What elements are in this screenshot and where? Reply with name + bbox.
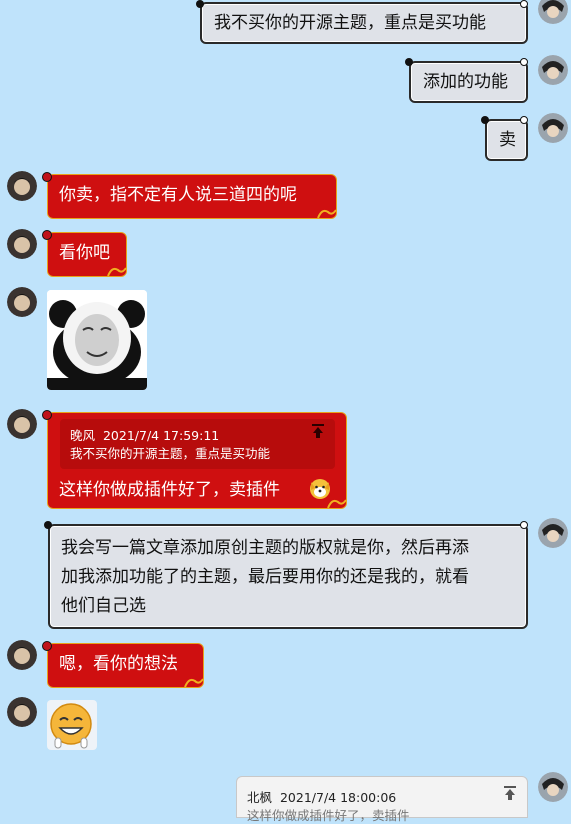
avatar-contact[interactable]: [7, 640, 37, 670]
message-text: 添加的功能: [423, 72, 508, 92]
avatar-self[interactable]: [538, 772, 568, 802]
avatar-contact[interactable]: [7, 171, 37, 201]
message-bubble-received[interactable]: 你卖，指不定有人说三道四的呢: [47, 174, 337, 219]
message-bubble-sent[interactable]: 我会写一篇文章添加原创主题的版权就是你，然后再添 加我添加功能了的主题，最后要用…: [48, 524, 528, 629]
avatar-self[interactable]: [538, 0, 568, 24]
bubble-decoration: [405, 58, 413, 66]
avatar-self[interactable]: [538, 55, 568, 85]
bubble-decoration: [42, 172, 52, 182]
message-bubble-sent[interactable]: 卖: [485, 119, 528, 161]
message-text: 看你吧: [59, 243, 110, 263]
reply-arrow-icon[interactable]: [503, 785, 517, 801]
panda-meme-sticker[interactable]: [47, 290, 147, 390]
message-bubble-sent[interactable]: 添加的功能: [409, 61, 528, 103]
quoted-message[interactable]: 北枫 2021/7/4 18:00:06 这样你做成插件好了，卖插件: [236, 776, 528, 823]
quoted-message[interactable]: 晚风 2021/7/4 17:59:11 我不买你的开源主题，重点是买功能: [60, 419, 335, 469]
message-line: 我会写一篇文章添加原创主题的版权就是你，然后再添: [61, 538, 469, 558]
avatar-self[interactable]: [538, 113, 568, 143]
smiley-face-sticker[interactable]: [47, 700, 97, 750]
bubble-decoration: [520, 521, 528, 529]
avatar-contact[interactable]: [7, 697, 37, 727]
message-line: 加我添加功能了的主题，最后要用你的还是我的，就看: [61, 567, 469, 587]
bubble-decoration: [520, 58, 528, 66]
avatar-self[interactable]: [538, 518, 568, 548]
swirl-decoration: [184, 678, 204, 688]
message-text: 我不买你的开源主题，重点是买功能: [214, 13, 486, 33]
message-text: 你卖，指不定有人说三道四的呢: [59, 185, 297, 205]
reply-arrow-icon[interactable]: [311, 423, 325, 439]
message-bubble-received[interactable]: 嗯，看你的想法: [47, 643, 204, 688]
message-bubble-sent[interactable]: 我不买你的开源主题，重点是买功能: [200, 2, 528, 44]
avatar-contact[interactable]: [7, 287, 37, 317]
bubble-decoration: [44, 521, 52, 529]
quote-text: 这样你做成插件好了，卖插件: [247, 808, 410, 823]
avatar-contact[interactable]: [7, 409, 37, 439]
message-text: 嗯，看你的想法: [59, 654, 178, 674]
bubble-decoration: [520, 0, 528, 8]
quote-text: 我不买你的开源主题，重点是买功能: [70, 446, 271, 461]
message-line: 他们自己选: [61, 596, 146, 616]
message-text: 卖: [499, 130, 516, 150]
quote-time: 2021/7/4 17:59:11: [102, 428, 220, 443]
bubble-decoration: [42, 230, 52, 240]
quote-author: 北枫: [247, 790, 273, 805]
avatar-contact[interactable]: [7, 229, 37, 259]
bubble-decoration: [42, 410, 52, 420]
bubble-decoration: [520, 116, 528, 124]
swirl-decoration: [327, 499, 347, 509]
swirl-decoration: [107, 267, 127, 277]
quote-time: 2021/7/4 18:00:06: [279, 790, 397, 805]
message-text: 这样你做成插件好了，卖插件: [59, 480, 280, 500]
bubble-decoration: [481, 116, 489, 124]
quote-author: 晚风: [70, 428, 96, 443]
bubble-decoration: [196, 0, 204, 8]
bubble-decoration: [42, 641, 52, 651]
swirl-decoration: [317, 209, 337, 219]
